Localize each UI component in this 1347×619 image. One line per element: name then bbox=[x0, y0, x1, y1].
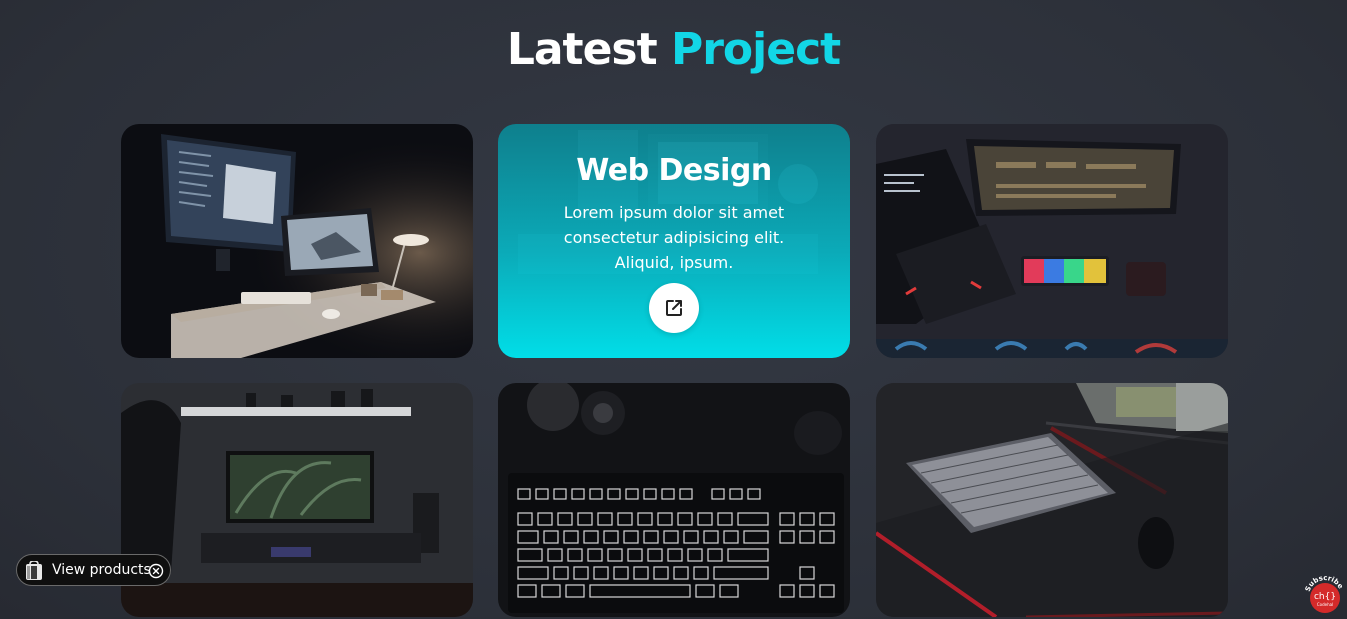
keyboard-red-desk-photo bbox=[876, 383, 1228, 617]
subscribe-badge[interactable]: Subscribe ch{} Codehal bbox=[1305, 576, 1345, 616]
desk-setup-imac-photo bbox=[121, 124, 473, 358]
card-description: Lorem ipsum dolor sit amet consectetur a… bbox=[563, 203, 785, 272]
card-title: Web Design bbox=[576, 153, 772, 188]
heading-word-latest: Latest bbox=[506, 24, 658, 75]
external-link-button[interactable] bbox=[649, 283, 699, 333]
project-card-5[interactable] bbox=[498, 383, 850, 617]
heading-word-project: Project bbox=[670, 24, 841, 75]
laptop-rgb-keyboard-photo bbox=[876, 124, 1228, 358]
subscribe-logo: ch{} bbox=[1314, 592, 1336, 602]
card-hover-overlay: Web Design Lorem ipsum dolor sit amet co… bbox=[498, 124, 850, 358]
project-card-1[interactable] bbox=[121, 124, 473, 358]
close-circle-icon[interactable] bbox=[148, 563, 164, 579]
project-card-6[interactable] bbox=[876, 383, 1228, 617]
page: Latest Project Web Design Lorem ipsum do… bbox=[0, 0, 1347, 619]
mechanical-keyboard-photo bbox=[498, 383, 850, 617]
section-heading: Latest Project bbox=[0, 22, 1347, 78]
monitor-shelf-photo bbox=[121, 383, 473, 617]
project-card-4[interactable] bbox=[121, 383, 473, 617]
view-products-chip[interactable]: View products bbox=[16, 554, 171, 586]
shopping-bag-icon bbox=[26, 561, 42, 580]
project-card-3[interactable] bbox=[876, 124, 1228, 358]
external-link-icon bbox=[666, 300, 682, 316]
project-card-2[interactable]: Web Design Lorem ipsum dolor sit amet co… bbox=[498, 124, 850, 358]
subscribe-sub: Codehal bbox=[1317, 602, 1333, 607]
view-products-label: View products bbox=[52, 562, 151, 578]
